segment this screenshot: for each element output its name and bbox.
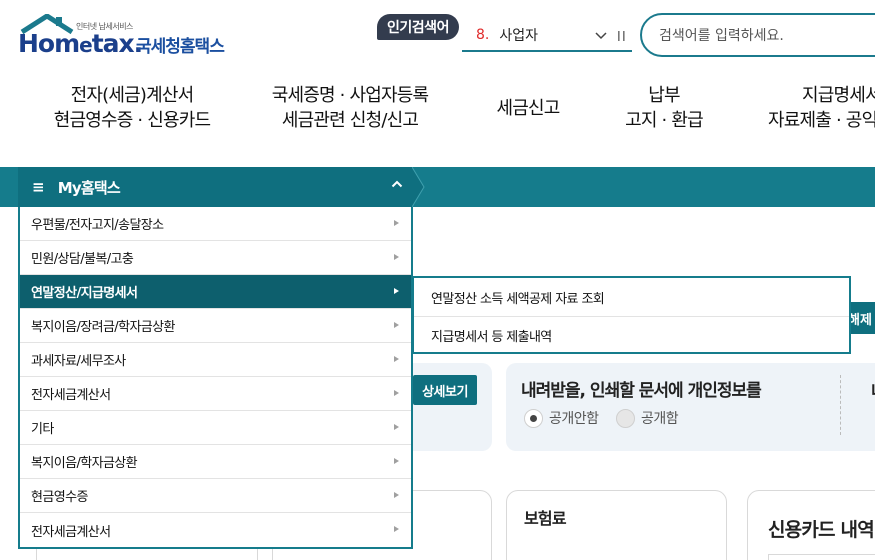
card-credit-title: 신용카드 내역 [768,519,875,541]
dropdown-item-label: 복지이음/학자금상환 [31,456,138,471]
dropdown-item-active[interactable]: 연말정산/지급명세서 [20,275,411,309]
dropdown-item[interactable]: 전자세금계산서 [20,513,411,547]
dropdown-item-label: 전자세금계산서 [31,524,111,540]
chevron-up-icon[interactable] [391,178,403,190]
triangle-right-icon [394,356,399,362]
dropdown-item-label: 기타 [31,422,54,437]
triangle-right-icon [394,288,399,294]
dropdown-item[interactable]: 복지이음/학자금상환 [20,445,411,479]
nav-tax-return[interactable]: 세금신고 [478,96,578,121]
card-credit: 신용카드 내역 [747,490,875,560]
radio-private[interactable]: 공개안함 [524,408,599,428]
submenu-item[interactable]: 지급명세서 등 제출내역 [414,316,849,354]
dropdown-item[interactable]: 민원/상담/불복/고충 [20,241,411,275]
card-insurance-title: 보험료 [524,509,567,528]
popular-search-rank: 8. [476,27,490,43]
nav-certificate[interactable]: 국세증명 · 사업자등록 세금관련 신청/신고 [260,83,440,133]
nav-payment-statement[interactable]: 지급명세서 자료제출 · 공익 [768,83,875,133]
triangle-right-icon [394,424,399,430]
radio-unchecked-icon [616,408,635,428]
dropdown-item[interactable]: 우편물/전자고지/송달장소 [20,207,411,241]
my-hometax-dropdown: 우편물/전자고지/송달장소 민원/상담/불복/고충 연말정산/지급명세서 복지이… [18,207,413,549]
dropdown-item-label: 우편물/전자고지/송달장소 [31,218,164,233]
dropdown-item[interactable]: 과세자료/세무조사 [20,343,411,377]
dropdown-item[interactable]: 전자세금계산서 [20,377,411,411]
nav-tax-return-line1: 세금신고 [496,98,560,119]
triangle-right-icon [394,390,399,396]
triangle-right-icon [394,458,399,464]
nav-einvoice-line2: 현금영수증 · 신용카드 [53,110,211,131]
dropdown-item-label: 과세자료/세무조사 [31,354,126,369]
nav-payment-line1: 납부 [648,85,680,106]
dashed-divider [840,375,841,435]
radio-private-label: 공개안함 [549,411,599,427]
submenu-item-label: 지급명세서 등 제출내역 [431,330,552,345]
logo-brand: Hometax. [18,29,143,58]
logo-brand-post: tax. [91,29,143,58]
search-placeholder: 검색어를 입력하세요. [659,28,784,44]
nav-certificate-line1: 국세증명 · 사업자등록 [271,85,429,106]
nav-payment-statement-line2: 자료제출 · 공익 [768,110,875,131]
dropdown-item-label: 민원/상담/불복/고충 [31,252,134,267]
dropdown-item-label: 전자세금계산서 [31,388,111,403]
privacy-title: 내려받을, 인쇄할 문서에 개인정보를 [521,381,762,401]
detail-view-button[interactable]: 상세보기 [413,375,477,405]
nav-einvoice[interactable]: 전자(세금)계산서 현금영수증 · 신용카드 [42,83,222,133]
nav-certificate-line2: 세금관련 신청/신고 [281,110,419,131]
search-input[interactable]: 검색어를 입력하세요. [640,13,875,57]
chevron-down-icon[interactable] [594,26,608,46]
privacy-next-title: 내 [871,377,875,402]
my-hometax-menu-header[interactable]: ≡ My홈택스 [18,167,413,207]
triangle-right-icon [394,322,399,328]
radio-public-label: 공개함 [641,411,679,427]
triangle-right-icon [394,492,399,498]
nav-payment-statement-line1: 지급명세서 [802,85,875,106]
my-hometax-title: My홈택스 [57,178,121,197]
card-credit-table [768,554,875,560]
card-insurance: 보험료 [506,490,727,560]
logo-brand-e: e [79,33,93,57]
submenu-item[interactable]: 연말정산 소득 세액공제 자료 조회 [414,278,849,316]
dropdown-item[interactable]: 현금영수증 [20,479,411,513]
year-end-submenu: 연말정산 소득 세액공제 자료 조회 지급명세서 등 제출내역 [412,276,851,354]
radio-public[interactable]: 공개함 [616,408,679,428]
popular-search-term[interactable]: 사업자 [499,25,538,45]
hometax-logo[interactable]: 인터넷 납세서비스 Hometax. 국세청홈택스 [18,12,238,62]
hamburger-icon: ≡ [32,178,45,196]
nav-payment[interactable]: 납부 고지 · 환급 [614,83,714,133]
logo-agency-name: 국세청홈택스 [136,37,225,57]
dropdown-item-label: 연말정산/지급명세서 [31,286,138,301]
triangle-right-icon [394,254,399,260]
nav-payment-line2: 고지 · 환급 [625,110,704,131]
dropdown-item[interactable]: 기타 [20,411,411,445]
radio-checked-icon [524,408,543,428]
pause-icon[interactable] [617,26,627,46]
triangle-right-icon [394,526,399,532]
popular-search-ticker[interactable]: 8. 사업자 [462,20,632,52]
dropdown-item-label: 현금영수증 [31,490,88,505]
triangle-right-icon [394,220,399,226]
popular-search-badge: 인기검색어 [377,14,459,40]
dropdown-item[interactable]: 복지이음/장려금/학자금상환 [20,309,411,343]
dropdown-item-label: 복지이음/장려금/학자금상환 [31,320,175,335]
nav-einvoice-line1: 전자(세금)계산서 [70,85,195,106]
submenu-item-label: 연말정산 소득 세액공제 자료 조회 [431,291,605,307]
breadcrumb-arrow-icon [412,167,425,207]
logo-brand-pre: Hom [18,29,80,58]
